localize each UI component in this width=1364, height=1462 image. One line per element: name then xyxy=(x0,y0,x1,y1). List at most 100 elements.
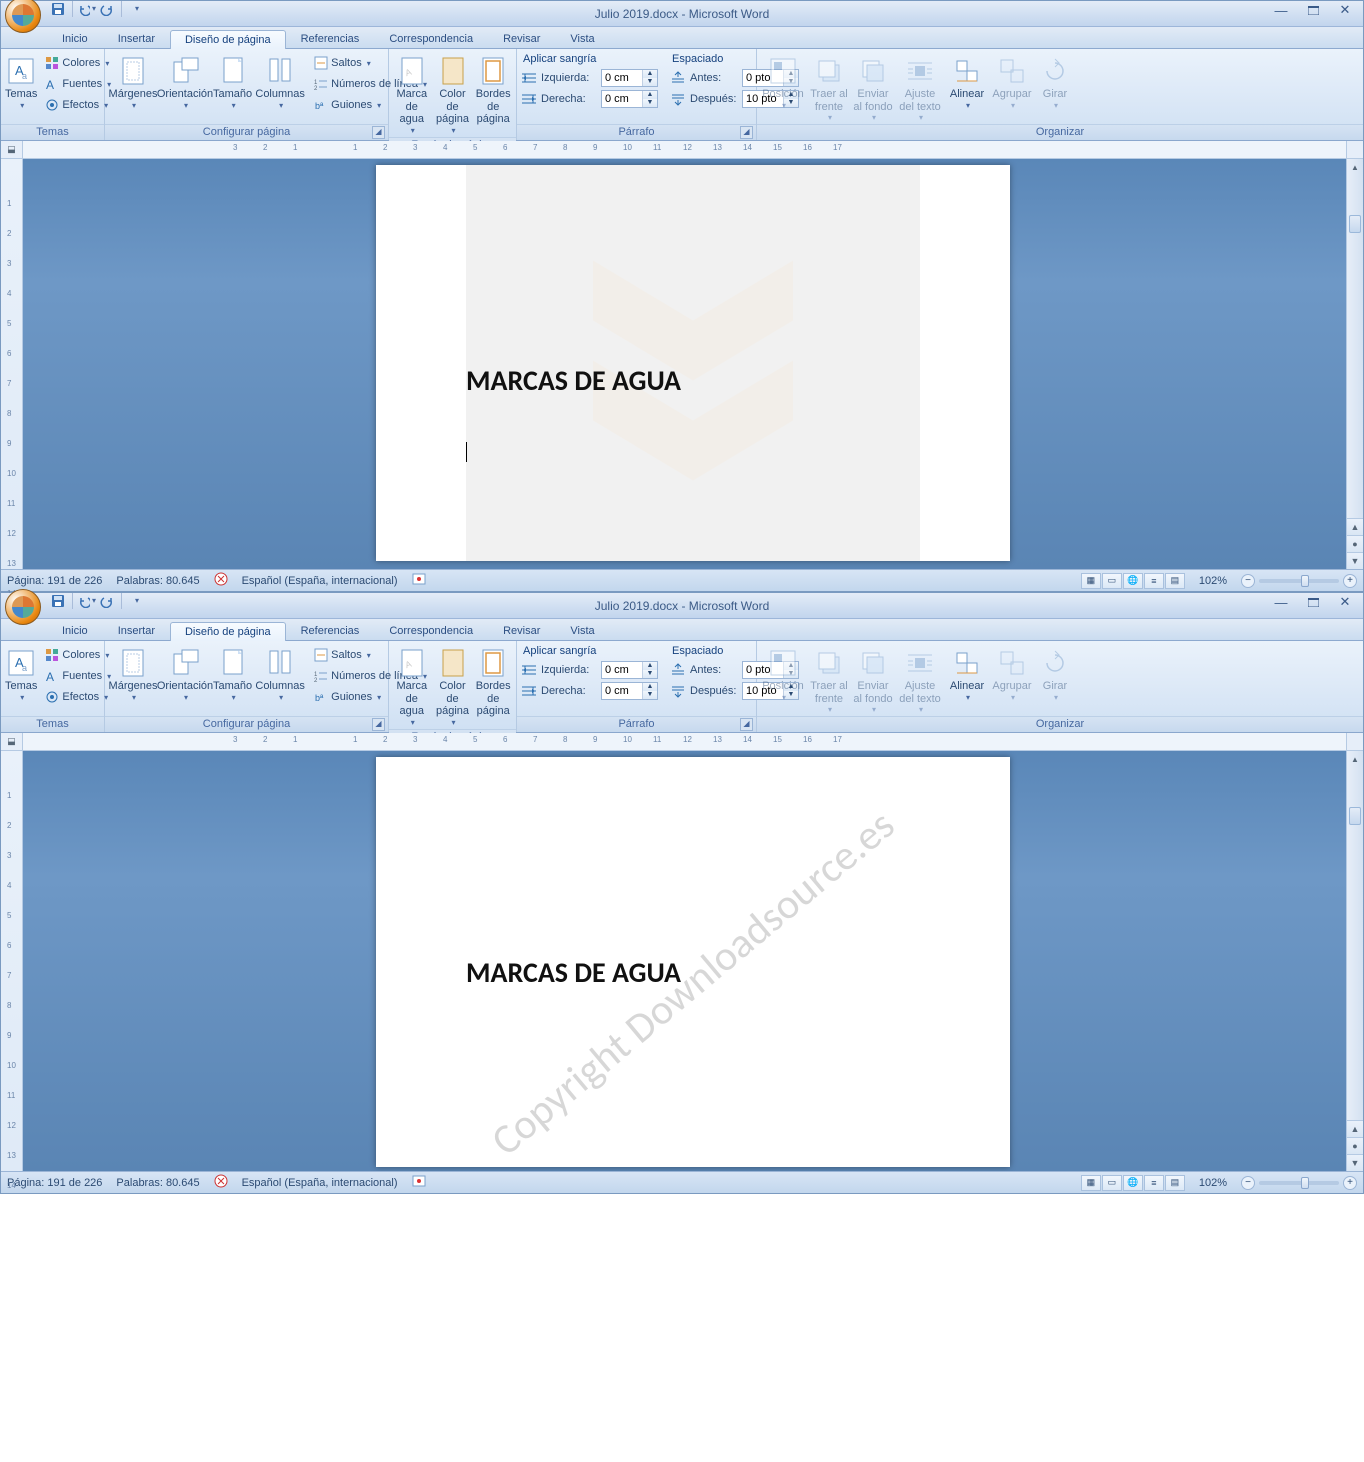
close-button[interactable]: ✕ xyxy=(1331,1,1359,19)
vertical-ruler[interactable]: 1234567891011121314 xyxy=(1,159,23,569)
vertical-scrollbar[interactable]: ▲ ▲ ● ▼ xyxy=(1346,159,1363,569)
zoom-in-icon[interactable]: + xyxy=(1343,574,1357,588)
marca-agua-button[interactable]: AMarca de agua▾ xyxy=(393,53,431,137)
parrafo-dialog-launcher[interactable]: ◢ xyxy=(740,126,753,139)
minimize-button[interactable]: — xyxy=(1267,593,1295,611)
sangria-izquierda-input[interactable]: ▲▼ xyxy=(601,69,658,87)
tab-referencias[interactable]: Referencias xyxy=(286,621,375,640)
horizontal-ruler[interactable]: 3211234567891011121314151617 xyxy=(23,141,1346,158)
status-page[interactable]: Página: 191 de 226 xyxy=(7,575,102,587)
status-words[interactable]: Palabras: 80.645 xyxy=(116,1177,199,1189)
tab-insertar[interactable]: Insertar xyxy=(103,29,170,48)
browse-object-icon[interactable]: ● xyxy=(1347,1137,1363,1154)
tamano-button[interactable]: Tamaño▾ xyxy=(213,645,252,704)
vertical-ruler[interactable]: 1234567891011121314 xyxy=(1,751,23,1171)
sangria-izquierda-input[interactable]: ▲▼ xyxy=(601,661,658,679)
tab-revisar[interactable]: Revisar xyxy=(488,621,555,640)
fullscreen-view-icon[interactable]: ▭ xyxy=(1102,1175,1122,1191)
macro-record-icon[interactable] xyxy=(412,1174,426,1191)
tab-inicio[interactable]: Inicio xyxy=(47,29,103,48)
proofing-icon[interactable] xyxy=(214,572,228,589)
web-view-icon[interactable]: 🌐 xyxy=(1123,573,1143,589)
browse-object-icon[interactable]: ● xyxy=(1347,535,1363,552)
print-layout-view-icon[interactable]: ▦ xyxy=(1081,1175,1101,1191)
undo-icon[interactable]: ▾ xyxy=(78,0,96,18)
prev-page-icon[interactable]: ▲ xyxy=(1347,518,1363,535)
sangria-derecha-input[interactable]: ▲▼ xyxy=(601,90,658,108)
tab-insertar[interactable]: Insertar xyxy=(103,621,170,640)
qat-customize-icon[interactable]: ▾ xyxy=(127,0,145,18)
zoom-slider[interactable]: − + xyxy=(1241,1176,1357,1190)
tab-vista[interactable]: Vista xyxy=(555,621,609,640)
temas-button[interactable]: Aa Temas▾ xyxy=(5,645,37,704)
undo-icon[interactable]: ▾ xyxy=(78,592,96,610)
maximize-button[interactable] xyxy=(1299,593,1327,611)
tab-vista[interactable]: Vista xyxy=(555,29,609,48)
office-button[interactable] xyxy=(5,0,41,33)
draft-view-icon[interactable]: ▤ xyxy=(1165,573,1185,589)
document-canvas[interactable]: Copyright Downloadsource.esMARCAS DE AGU… xyxy=(23,751,1363,1171)
tab-revisar[interactable]: Revisar xyxy=(488,29,555,48)
zoom-level[interactable]: 102% xyxy=(1199,1177,1227,1189)
maximize-button[interactable] xyxy=(1299,1,1327,19)
save-icon[interactable] xyxy=(49,0,67,18)
redo-icon[interactable] xyxy=(98,592,116,610)
bordes-pagina-button[interactable]: Bordes de página xyxy=(474,53,512,128)
sangria-derecha-input[interactable]: ▲▼ xyxy=(601,682,658,700)
qat-customize-icon[interactable]: ▾ xyxy=(127,592,145,610)
ruler-corner[interactable]: ⬓ xyxy=(1,141,23,159)
document-canvas[interactable]: MARCAS DE AGUA xyxy=(23,159,1363,569)
zoom-slider[interactable]: − + xyxy=(1241,574,1357,588)
orientacion-button[interactable]: Orientación▾ xyxy=(161,53,209,112)
tab-referencias[interactable]: Referencias xyxy=(286,29,375,48)
outline-view-icon[interactable]: ≡ xyxy=(1144,1175,1164,1191)
ruler-toggle[interactable] xyxy=(1346,141,1363,158)
bordes-pagina-button[interactable]: Bordes de página xyxy=(474,645,512,720)
tab-dise-o-de-p-gina[interactable]: Diseño de página xyxy=(170,622,286,641)
draft-view-icon[interactable]: ▤ xyxy=(1165,1175,1185,1191)
temas-button[interactable]: Aa Temas▾ xyxy=(5,53,37,112)
fullscreen-view-icon[interactable]: ▭ xyxy=(1102,573,1122,589)
web-view-icon[interactable]: 🌐 xyxy=(1123,1175,1143,1191)
columnas-button[interactable]: Columnas▾ xyxy=(256,645,304,704)
status-words[interactable]: Palabras: 80.645 xyxy=(116,575,199,587)
tab-dise-o-de-p-gina[interactable]: Diseño de página xyxy=(170,30,286,49)
save-icon[interactable] xyxy=(49,592,67,610)
tab-correspondencia[interactable]: Correspondencia xyxy=(374,621,488,640)
color-pagina-button[interactable]: Color de página▾ xyxy=(435,53,471,137)
status-page[interactable]: Página: 191 de 226 xyxy=(7,1177,102,1189)
status-language[interactable]: Español (España, internacional) xyxy=(242,575,398,587)
zoom-level[interactable]: 102% xyxy=(1199,575,1227,587)
color-pagina-button[interactable]: Color de página▾ xyxy=(435,645,471,729)
status-language[interactable]: Español (España, internacional) xyxy=(242,1177,398,1189)
alinear-button[interactable]: Alinear▾ xyxy=(947,645,987,704)
marca-agua-button[interactable]: AMarca de agua▾ xyxy=(393,645,431,729)
alinear-button[interactable]: Alinear▾ xyxy=(947,53,987,112)
zoom-out-icon[interactable]: − xyxy=(1241,1176,1255,1190)
configurar-dialog-launcher[interactable]: ◢ xyxy=(372,718,385,731)
print-layout-view-icon[interactable]: ▦ xyxy=(1081,573,1101,589)
columnas-button[interactable]: Columnas▾ xyxy=(256,53,304,112)
zoom-in-icon[interactable]: + xyxy=(1343,1176,1357,1190)
tab-correspondencia[interactable]: Correspondencia xyxy=(374,29,488,48)
orientacion-button[interactable]: Orientación▾ xyxy=(161,645,209,704)
zoom-out-icon[interactable]: − xyxy=(1241,574,1255,588)
office-button[interactable] xyxy=(5,589,41,625)
tamano-button[interactable]: Tamaño▾ xyxy=(213,53,252,112)
redo-icon[interactable] xyxy=(98,0,116,18)
ruler-toggle[interactable] xyxy=(1346,733,1363,750)
close-button[interactable]: ✕ xyxy=(1331,593,1359,611)
next-page-icon[interactable]: ▼ xyxy=(1347,1154,1363,1171)
configurar-dialog-launcher[interactable]: ◢ xyxy=(372,126,385,139)
parrafo-dialog-launcher[interactable]: ◢ xyxy=(740,718,753,731)
next-page-icon[interactable]: ▼ xyxy=(1347,552,1363,569)
margenes-button[interactable]: Márgenes▾ xyxy=(109,645,157,704)
ruler-corner[interactable]: ⬓ xyxy=(1,733,23,751)
outline-view-icon[interactable]: ≡ xyxy=(1144,573,1164,589)
scroll-up-icon[interactable]: ▲ xyxy=(1347,751,1363,768)
tab-inicio[interactable]: Inicio xyxy=(47,621,103,640)
scroll-thumb[interactable] xyxy=(1349,215,1361,233)
margenes-button[interactable]: Márgenes▾ xyxy=(109,53,157,112)
minimize-button[interactable]: — xyxy=(1267,1,1295,19)
macro-record-icon[interactable] xyxy=(412,572,426,589)
